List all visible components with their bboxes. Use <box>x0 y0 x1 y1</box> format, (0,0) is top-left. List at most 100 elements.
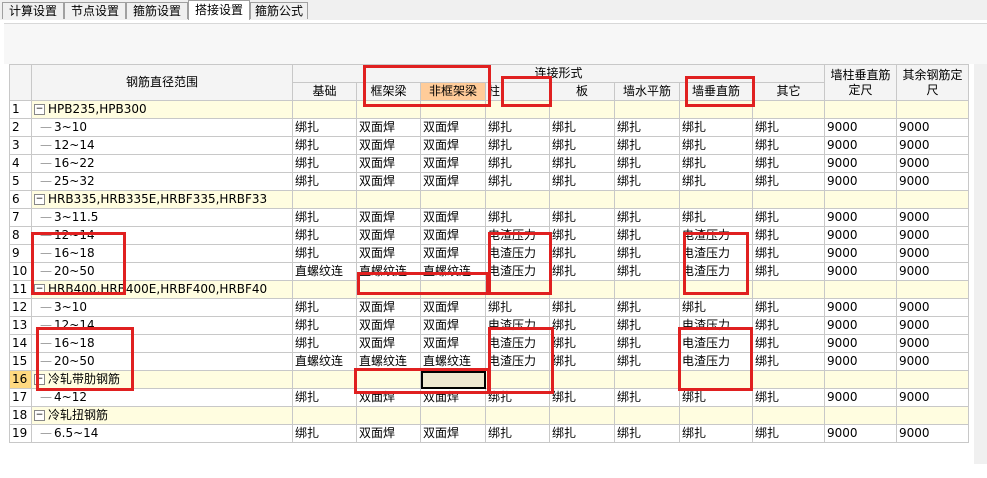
tab-stirrup-formula[interactable]: 箍筋公式 <box>250 2 308 19</box>
connection-cell[interactable]: 绑扎 <box>752 352 825 371</box>
section-blank-cell[interactable] <box>420 370 486 389</box>
section-blank-cell[interactable] <box>485 280 550 299</box>
section-blank-cell[interactable] <box>485 190 550 209</box>
grade-group-label[interactable]: − 冷轧带肋钢筋 <box>31 370 293 389</box>
section-blank-cell[interactable] <box>292 100 357 119</box>
grade-group-label[interactable]: − HPB235,HPB300 <box>31 100 293 119</box>
connection-cell[interactable]: 双面焊 <box>356 136 421 155</box>
tab-calc-settings[interactable]: 计算设置 <box>2 2 64 19</box>
table-row[interactable]: 5—25~32 绑扎 双面焊 双面焊 绑扎 绑扎 绑扎 绑扎 绑扎 9000 9000 <box>9 172 969 191</box>
connection-cell[interactable]: 绑扎 <box>292 118 357 137</box>
diameter-range-cell[interactable]: —12~14 <box>31 226 293 245</box>
tab-node-settings[interactable]: 节点设置 <box>64 2 126 19</box>
connection-cell[interactable]: 双面焊 <box>356 334 421 353</box>
section-blank-cell[interactable] <box>485 100 550 119</box>
table-row[interactable]: 19—6.5~14 绑扎 双面焊 双面焊 绑扎 绑扎 绑扎 绑扎 绑扎 9000 9000 <box>9 424 969 443</box>
connection-cell[interactable]: 电渣压力 <box>679 334 753 353</box>
diameter-range-cell[interactable]: —3~10 <box>31 118 293 137</box>
connection-cell[interactable]: 绑扎 <box>485 388 550 407</box>
section-blank-cell[interactable] <box>356 370 421 389</box>
length-cell[interactable]: 9000 <box>824 298 897 317</box>
section-blank-cell[interactable] <box>752 100 825 119</box>
connection-cell[interactable]: 绑扎 <box>614 154 680 173</box>
length-cell[interactable]: 9000 <box>824 136 897 155</box>
connection-cell[interactable]: 绑扎 <box>549 352 615 371</box>
connection-cell[interactable]: 绑扎 <box>292 424 357 443</box>
connection-cell[interactable]: 绑扎 <box>614 226 680 245</box>
section-blank-cell[interactable] <box>420 280 486 299</box>
section-row[interactable]: 18− 冷轧扭钢筋 <box>9 406 969 425</box>
connection-cell[interactable]: 绑扎 <box>679 388 753 407</box>
section-blank-cell[interactable] <box>549 100 615 119</box>
connection-cell[interactable]: 双面焊 <box>356 118 421 137</box>
connection-cell[interactable]: 双面焊 <box>420 244 486 263</box>
collapse-icon[interactable]: − <box>34 194 45 205</box>
connection-cell[interactable]: 直螺纹连 <box>420 262 486 281</box>
connection-cell[interactable]: 双面焊 <box>420 298 486 317</box>
table-row[interactable]: 4—16~22 绑扎 双面焊 双面焊 绑扎 绑扎 绑扎 绑扎 绑扎 9000 9000 <box>9 154 969 173</box>
length-cell[interactable]: 9000 <box>896 334 969 353</box>
connection-cell[interactable]: 绑扎 <box>292 208 357 227</box>
connection-cell[interactable]: 电渣压力 <box>679 262 753 281</box>
length-cell[interactable]: 9000 <box>824 118 897 137</box>
connection-cell[interactable]: 绑扎 <box>549 136 615 155</box>
connection-cell[interactable]: 双面焊 <box>356 388 421 407</box>
section-blank-cell[interactable] <box>679 100 753 119</box>
connection-cell[interactable]: 绑扎 <box>679 136 753 155</box>
diameter-range-cell[interactable]: —20~50 <box>31 352 293 371</box>
section-blank-cell[interactable] <box>752 190 825 209</box>
table-row[interactable]: 14—16~18 绑扎 双面焊 双面焊 电渣压力 绑扎 绑扎 电渣压力 绑扎 9000 9000 <box>9 334 969 353</box>
length-cell[interactable]: 9000 <box>896 154 969 173</box>
section-blank-cell[interactable] <box>292 370 357 389</box>
connection-cell[interactable]: 绑扎 <box>549 172 615 191</box>
section-blank-cell[interactable] <box>356 100 421 119</box>
connection-cell[interactable]: 绑扎 <box>549 244 615 263</box>
connection-cell[interactable]: 绑扎 <box>752 334 825 353</box>
connection-cell[interactable]: 双面焊 <box>420 424 486 443</box>
connection-cell[interactable]: 绑扎 <box>679 424 753 443</box>
section-blank-cell[interactable] <box>420 190 486 209</box>
connection-cell[interactable]: 绑扎 <box>614 388 680 407</box>
connection-cell[interactable]: 双面焊 <box>356 226 421 245</box>
connection-cell[interactable]: 绑扎 <box>679 208 753 227</box>
connection-cell[interactable]: 绑扎 <box>752 154 825 173</box>
connection-cell[interactable]: 绑扎 <box>752 226 825 245</box>
section-row[interactable]: 16− 冷轧带肋钢筋 <box>9 370 969 389</box>
section-row[interactable]: 1− HPB235,HPB300 <box>9 100 969 119</box>
connection-cell[interactable]: 电渣压力 <box>485 334 550 353</box>
section-blank-cell[interactable] <box>896 280 969 299</box>
diameter-range-cell[interactable]: —16~18 <box>31 244 293 263</box>
connection-cell[interactable]: 绑扎 <box>752 298 825 317</box>
table-row[interactable]: 13—12~14 绑扎 双面焊 双面焊 电渣压力 绑扎 绑扎 电渣压力 绑扎 9000 9000 <box>9 316 969 335</box>
diameter-range-cell[interactable]: —12~14 <box>31 136 293 155</box>
connection-cell[interactable]: 绑扎 <box>679 118 753 137</box>
connection-cell[interactable]: 绑扎 <box>292 388 357 407</box>
table-row[interactable]: 12—3~10 绑扎 双面焊 双面焊 绑扎 绑扎 绑扎 绑扎 绑扎 9000 9000 <box>9 298 969 317</box>
connection-cell[interactable]: 绑扎 <box>614 298 680 317</box>
length-cell[interactable]: 9000 <box>824 352 897 371</box>
connection-cell[interactable]: 双面焊 <box>356 316 421 335</box>
section-blank-cell[interactable] <box>824 406 897 425</box>
vertical-scrollbar[interactable] <box>974 64 987 464</box>
connection-cell[interactable]: 绑扎 <box>752 136 825 155</box>
length-cell[interactable]: 9000 <box>824 334 897 353</box>
connection-cell[interactable]: 绑扎 <box>752 118 825 137</box>
diameter-range-cell[interactable]: —12~14 <box>31 316 293 335</box>
section-blank-cell[interactable] <box>824 190 897 209</box>
connection-cell[interactable]: 双面焊 <box>420 172 486 191</box>
connection-cell[interactable]: 双面焊 <box>356 298 421 317</box>
section-blank-cell[interactable] <box>614 280 680 299</box>
connection-cell[interactable]: 绑扎 <box>549 118 615 137</box>
section-blank-cell[interactable] <box>292 280 357 299</box>
connection-cell[interactable]: 电渣压力 <box>485 226 550 245</box>
section-blank-cell[interactable] <box>896 100 969 119</box>
connection-cell[interactable]: 绑扎 <box>614 352 680 371</box>
length-cell[interactable]: 9000 <box>824 262 897 281</box>
connection-cell[interactable]: 绑扎 <box>549 226 615 245</box>
connection-cell[interactable]: 绑扎 <box>549 388 615 407</box>
connection-cell[interactable]: 绑扎 <box>549 262 615 281</box>
connection-cell[interactable]: 绑扎 <box>549 316 615 335</box>
tab-stirrup-settings[interactable]: 箍筋设置 <box>126 2 188 19</box>
connection-cell[interactable]: 绑扎 <box>485 172 550 191</box>
grade-group-label[interactable]: − HRB335,HRB335E,HRBF335,HRBF33 <box>31 190 293 209</box>
